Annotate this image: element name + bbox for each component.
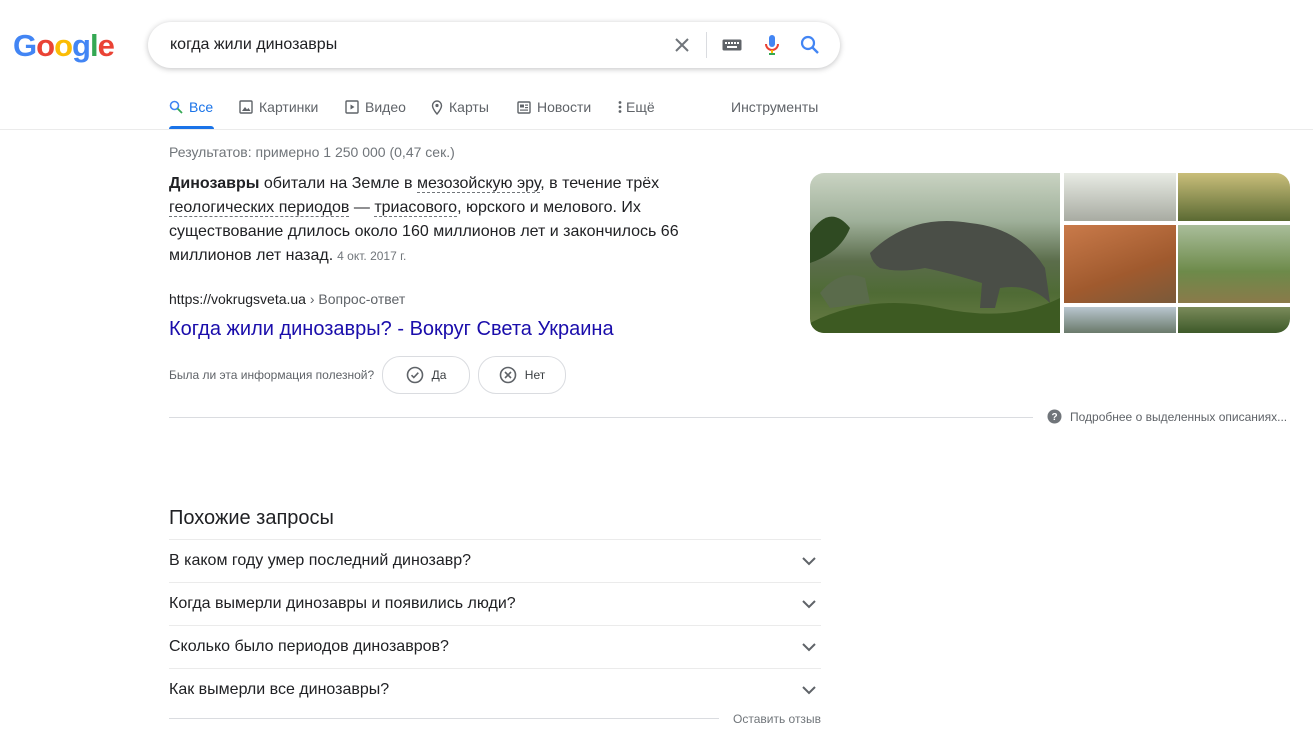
leave-feedback-link[interactable]: Оставить отзыв <box>733 712 821 726</box>
related-searches-title: Похожие запросы <box>169 507 334 529</box>
related-question-text: В каком году умер последний динозавр? <box>169 552 472 569</box>
svg-text:?: ? <box>1051 412 1057 423</box>
dinosaur-image-main[interactable] <box>810 173 1060 333</box>
tab-label: Картинки <box>259 99 319 115</box>
snippet-date: 4 окт. 2017 г. <box>337 249 407 263</box>
tools-button[interactable]: Инструменты <box>731 98 818 116</box>
dinosaur-image[interactable] <box>1178 173 1290 221</box>
search-icon <box>169 100 183 114</box>
dinosaur-image[interactable] <box>1178 225 1290 303</box>
result-stats: Результатов: примерно 1 250 000 (0,47 се… <box>169 144 455 160</box>
snippet-bold-term: Динозавры <box>169 175 260 192</box>
tab-maps[interactable]: Карты <box>431 98 489 116</box>
mic-icon[interactable] <box>762 35 782 55</box>
snippet-link[interactable]: мезозойскую эру <box>416 175 541 193</box>
tab-label: Карты <box>449 99 489 115</box>
search-divider <box>706 32 707 58</box>
search-box[interactable]: когда жили динозавры <box>148 22 840 68</box>
feedback-question: Была ли эта информация полезной? <box>169 368 375 382</box>
related-question-text: Сколько было периодов динозавров? <box>169 638 449 655</box>
logo-letter: l <box>89 28 99 63</box>
keyboard-icon[interactable] <box>722 35 742 55</box>
logo-letter: o <box>36 28 55 63</box>
chevron-down-icon <box>802 642 816 651</box>
related-question[interactable]: Когда вымерли динозавры и появились люди… <box>169 582 821 625</box>
dinosaur-image[interactable] <box>1178 307 1290 333</box>
result-cite[interactable]: https://vokrugsveta.ua › Вопрос-ответ <box>169 291 405 307</box>
video-icon <box>345 100 359 114</box>
chevron-down-icon <box>802 556 816 565</box>
about-featured-label: Подробнее о выделенных описаниях... <box>1070 409 1288 424</box>
image-icon <box>239 100 253 114</box>
result-title-link[interactable]: Когда жили динозавры? - Вокруг Света Укр… <box>169 316 614 342</box>
dinosaur-image[interactable] <box>1064 173 1176 221</box>
feedback-no-label: Нет <box>524 368 546 382</box>
related-bottom-divider <box>169 718 719 719</box>
google-logo[interactable]: Google <box>13 28 115 64</box>
snippet-text: — <box>349 199 375 216</box>
logo-letter: g <box>72 28 91 63</box>
about-featured-snippets[interactable]: ? Подробнее о выделенных описаниях... <box>1047 409 1287 424</box>
tab-label: Видео <box>365 99 406 115</box>
feedback-yes-button[interactable]: Да <box>382 356 470 394</box>
tab-label: Новости <box>537 99 592 115</box>
more-vert-icon <box>618 101 622 113</box>
chevron-down-icon <box>802 599 816 608</box>
x-circle-icon <box>499 366 517 384</box>
logo-letter: G <box>13 28 37 63</box>
close-icon[interactable] <box>672 35 692 55</box>
snippet-text: , в течение трёх <box>540 175 660 192</box>
cite-breadcrumb: › Вопрос-ответ <box>305 291 406 307</box>
snippet-link[interactable]: геологических периодов <box>169 199 350 217</box>
feedback-no-button[interactable]: Нет <box>478 356 566 394</box>
help-icon: ? <box>1047 409 1062 424</box>
dinosaur-image[interactable] <box>1064 307 1176 333</box>
related-question[interactable]: Сколько было периодов динозавров? <box>169 625 821 668</box>
snippet-link[interactable]: триасового <box>374 199 458 217</box>
cite-url: https://vokrugsveta.ua <box>169 291 306 307</box>
featured-snippet-text: Динозавры обитали на Земле в мезозойскую… <box>169 172 709 268</box>
search-input[interactable]: когда жили динозавры <box>170 36 337 54</box>
header-divider <box>0 129 1313 130</box>
tab-video[interactable]: Видео <box>345 98 406 116</box>
logo-letter: o <box>54 28 73 63</box>
tab-all[interactable]: Все <box>169 98 213 116</box>
logo-letter: e <box>97 28 115 63</box>
related-question-text: Как вымерли все динозавры? <box>169 681 390 698</box>
tab-images[interactable]: Картинки <box>239 98 318 116</box>
tab-label: Ещё <box>626 99 655 115</box>
related-question[interactable]: Как вымерли все динозавры? <box>169 668 821 711</box>
snippet-image-collage[interactable] <box>810 173 1290 333</box>
snippet-text: обитали на Земле в <box>259 175 417 192</box>
tools-label: Инструменты <box>731 99 819 115</box>
tab-news[interactable]: Новости <box>517 98 591 116</box>
ostrich-image[interactable] <box>1064 225 1176 303</box>
related-question-text: Когда вымерли динозавры и появились люди… <box>169 595 516 612</box>
check-circle-icon <box>406 366 423 384</box>
snippet-divider <box>169 417 1033 418</box>
tab-label: Все <box>189 99 214 115</box>
tab-more[interactable]: Ещё <box>618 98 655 116</box>
feedback-yes-label: Да <box>431 368 447 382</box>
chevron-down-icon <box>802 685 816 694</box>
related-question[interactable]: В каком году умер последний динозавр? <box>169 539 821 582</box>
search-icon[interactable] <box>800 35 820 55</box>
news-icon <box>517 100 531 114</box>
pin-icon <box>431 99 443 115</box>
